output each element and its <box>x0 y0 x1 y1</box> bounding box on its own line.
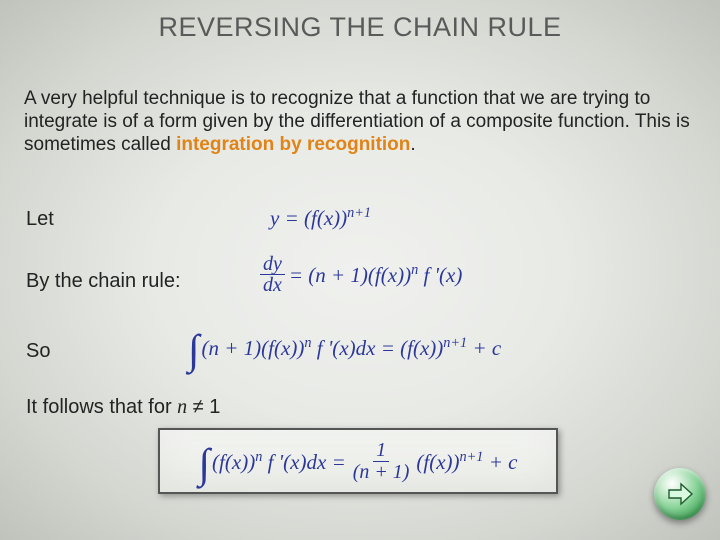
eq4-e: x <box>290 450 299 474</box>
eq2-h: ) <box>455 263 462 287</box>
eq1-left: y = (f( <box>270 206 324 230</box>
eq1-mid: x <box>324 206 333 230</box>
eq3-h: ) <box>349 336 356 360</box>
intro-post: . <box>410 134 415 155</box>
eq2-g: x <box>446 263 455 287</box>
label-let: Let <box>26 208 54 231</box>
eq2-frac: dy dx <box>260 254 285 296</box>
eq4-frac-den: (n + 1) <box>350 462 413 482</box>
eq2-d: x <box>388 263 397 287</box>
eq4-frac: 1 (n + 1) <box>350 440 413 482</box>
slide-title: REVERSING THE CHAIN RULE <box>0 12 720 43</box>
follows-n: n <box>177 396 187 418</box>
eq4-g: dx <box>307 450 327 474</box>
eq3-b: n <box>209 336 220 360</box>
equation-result: ∫ (f(x))n f '(x)dx = 1 (n + 1) (f(x))n+1… <box>199 440 518 482</box>
intro-highlight: integration by recognition <box>176 134 410 155</box>
intro-paragraph: A very helpful technique is to recognize… <box>24 88 696 156</box>
eq2-f: f '( <box>418 263 446 287</box>
arrow-right-icon <box>665 479 695 509</box>
eq4-k: )) <box>446 450 460 474</box>
eq2-a: = ( <box>289 263 315 287</box>
equation-chainrule: dy dx = (n + 1)(f(x))n f '(x) <box>256 254 462 296</box>
eq4-i: (f( <box>416 450 436 474</box>
eq4-h: = <box>326 450 345 474</box>
eq4-b: x <box>232 450 241 474</box>
eq4-frac-num: 1 <box>373 440 389 461</box>
eq3-e: )) <box>290 336 304 360</box>
label-so: So <box>26 340 50 363</box>
eq3-exp2: n+1 <box>443 335 467 351</box>
eq2-c: + 1)(f( <box>326 263 388 287</box>
eq4-d: f '( <box>262 450 290 474</box>
eq2-b: n <box>315 263 326 287</box>
follows-post: ≠ 1 <box>187 396 220 418</box>
equation-so: ∫ (n + 1)(f(x))n f '(x)dx = (f(x))n+1 + … <box>188 326 501 368</box>
eq3-l: )) <box>429 336 443 360</box>
integral-icon: ∫ <box>188 329 200 371</box>
eq4-a: (f( <box>212 450 232 474</box>
next-button[interactable] <box>654 468 706 520</box>
eq4-l: + c <box>483 450 517 474</box>
eq2-num: dy <box>260 254 285 275</box>
eq4-j: x <box>436 450 445 474</box>
eq2-den: dx <box>260 275 285 295</box>
eq4-exp2: n+1 <box>460 449 484 465</box>
eq1-exp: n+1 <box>347 205 371 221</box>
eq3-d: x <box>281 336 290 360</box>
eq4-c: )) <box>241 450 255 474</box>
eq3-j: = (f( <box>375 336 420 360</box>
integral-icon: ∫ <box>199 443 211 485</box>
eq2-e: )) <box>397 263 411 287</box>
label-follows: It follows that for n ≠ 1 <box>26 396 220 419</box>
eq3-a: ( <box>202 336 209 360</box>
eq3-f: f '( <box>311 336 339 360</box>
equation-let: y = (f(x))n+1 <box>270 206 371 229</box>
eq1-right: )) <box>333 206 347 230</box>
eq3-k: x <box>420 336 429 360</box>
follows-pre: It follows that for <box>26 396 177 418</box>
eq3-g: x <box>339 336 348 360</box>
eq4-f: ) <box>300 450 307 474</box>
equation-box: ∫ (f(x))n f '(x)dx = 1 (n + 1) (f(x))n+1… <box>158 428 558 494</box>
eq3-i: dx <box>356 336 376 360</box>
eq3-m: + c <box>467 336 501 360</box>
eq3-c: + 1)(f( <box>219 336 281 360</box>
slide: REVERSING THE CHAIN RULE A very helpful … <box>0 0 720 540</box>
label-by: By the chain rule: <box>26 270 181 293</box>
